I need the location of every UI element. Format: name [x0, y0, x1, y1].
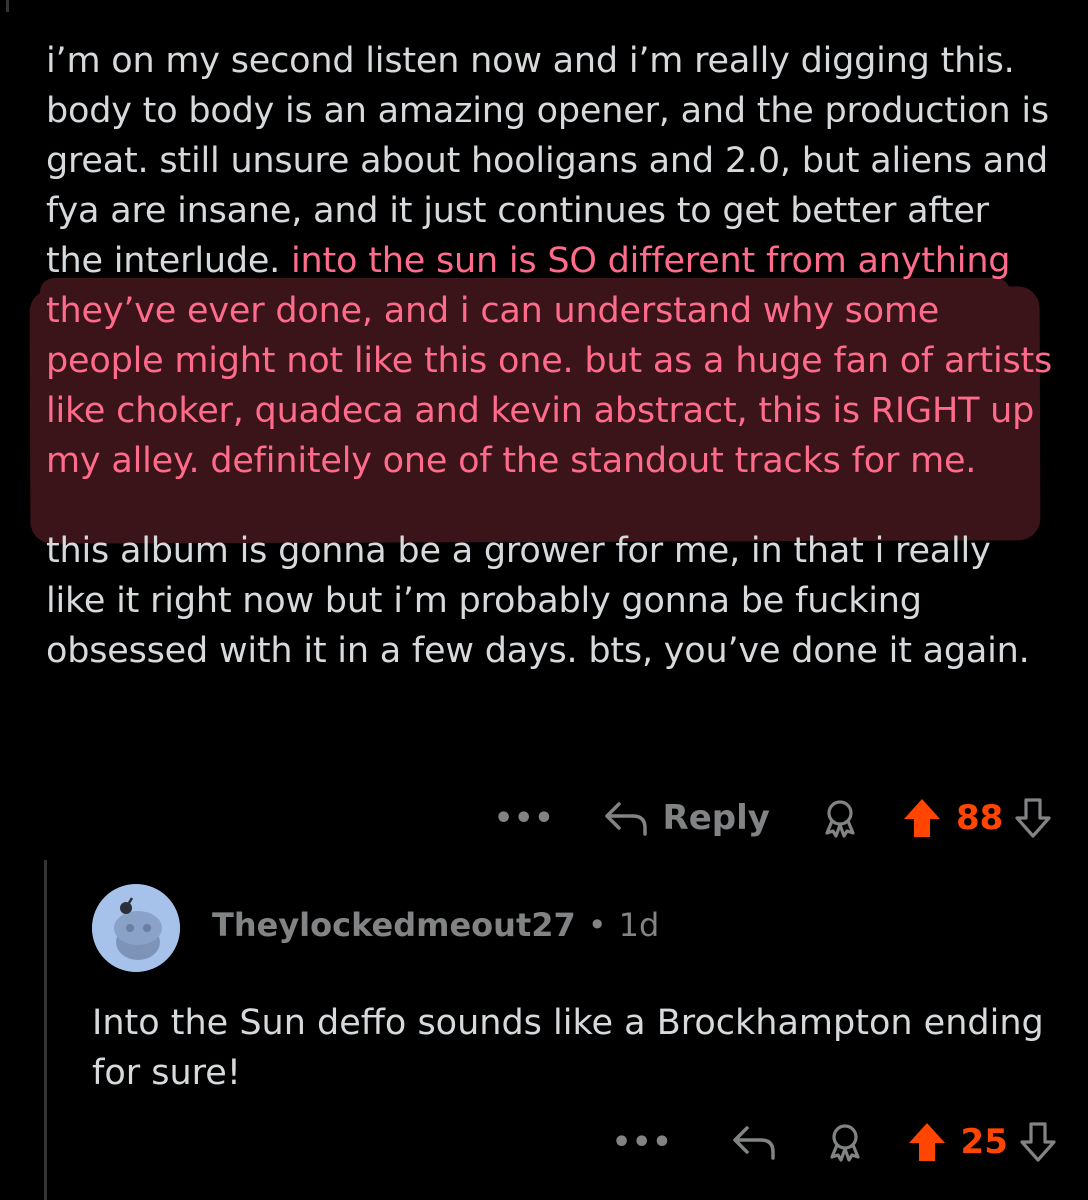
more-icon: •••	[612, 1124, 673, 1160]
avatar[interactable]	[92, 884, 180, 972]
upvote-button[interactable]	[902, 797, 942, 839]
award-button[interactable]	[820, 797, 860, 839]
reply-award-button[interactable]	[825, 1121, 865, 1163]
reply-more-button[interactable]: •••	[612, 1125, 673, 1160]
comment-body: i’m on my second listen now and i’m real…	[46, 36, 1056, 676]
reply-arrow-icon	[603, 798, 649, 838]
comment-paragraph-2: this album is gonna be a grower for me, …	[46, 531, 1030, 671]
reply-upvote-button[interactable]	[907, 1121, 947, 1163]
reply-actions: ••• 25	[612, 1120, 1058, 1164]
downvote-arrow-icon	[1013, 797, 1053, 839]
meta-separator: •	[587, 906, 607, 944]
reply-body: Into the Sun deffo sounds like a Brockha…	[92, 1003, 1044, 1093]
username-link[interactable]: Theylockedmeout27	[212, 906, 576, 944]
reply-reply-button[interactable]	[731, 1122, 777, 1162]
downvote-button[interactable]	[1013, 797, 1053, 839]
comment-actions: ••• Reply 88	[494, 796, 1053, 840]
comment-age: 1d	[618, 906, 660, 944]
upvote-arrow-icon	[902, 797, 942, 839]
reply-meta: Theylockedmeout27 • 1d	[212, 906, 659, 944]
thread-line-top	[6, 0, 9, 12]
more-button[interactable]: •••	[494, 801, 555, 836]
upvote-count: 88	[955, 798, 1004, 838]
downvote-arrow-icon	[1018, 1121, 1058, 1163]
reply-label: Reply	[662, 798, 770, 838]
more-icon: •••	[494, 800, 555, 836]
award-icon	[820, 797, 860, 839]
reply-upvote-count: 25	[960, 1122, 1008, 1162]
comment-paragraph-1: i’m on my second listen now and i’m real…	[46, 36, 1056, 486]
reply-button[interactable]: Reply	[603, 798, 770, 838]
reply-arrow-icon	[731, 1122, 777, 1162]
award-icon	[825, 1121, 865, 1163]
thread-line[interactable]	[44, 860, 47, 1200]
snoo-avatar-icon	[92, 884, 180, 972]
reply-downvote-button[interactable]	[1018, 1121, 1058, 1163]
upvote-arrow-icon	[907, 1121, 947, 1163]
